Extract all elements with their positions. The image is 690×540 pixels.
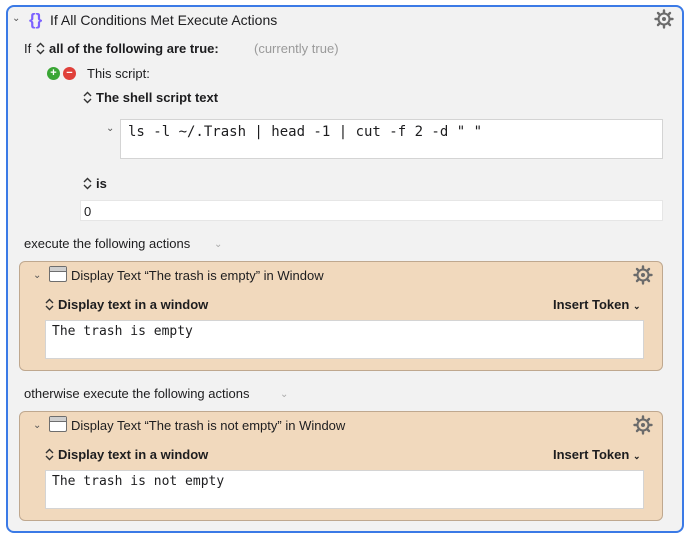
match-mode-label: all of the following are true: xyxy=(49,41,219,56)
chevron-down-icon: ⌄ xyxy=(632,301,641,311)
then-action-collapse-icon[interactable]: ⌄ xyxy=(33,270,41,281)
comparator-popup[interactable]: is xyxy=(83,176,107,191)
script-source-label: The shell script text xyxy=(96,90,219,105)
condition-type-label: This script: xyxy=(87,66,150,81)
then-display-mode-popup[interactable]: Display text in a window xyxy=(45,297,208,312)
then-display-mode-label: Display text in a window xyxy=(58,297,209,312)
script-expand-chevron-icon[interactable]: ⌄ xyxy=(106,123,114,134)
else-display-mode-popup[interactable]: Display text in a window xyxy=(45,447,208,462)
else-text-field[interactable]: The trash is not empty xyxy=(45,470,644,509)
else-insert-token-menu[interactable]: Insert Token ⌄ xyxy=(553,447,641,462)
if-label: If xyxy=(24,41,32,56)
script-source-popup[interactable]: The shell script text xyxy=(83,90,218,105)
comparison-value-field[interactable]: 0 xyxy=(80,200,663,221)
chevron-down-icon: ⌄ xyxy=(632,451,641,461)
then-insert-token-menu[interactable]: Insert Token ⌄ xyxy=(553,297,641,312)
window-icon xyxy=(49,266,67,282)
gear-icon[interactable] xyxy=(654,9,674,29)
updown-chevron-icon xyxy=(83,177,92,190)
add-condition-icon[interactable]: + xyxy=(47,67,60,80)
then-text-field[interactable]: The trash is empty xyxy=(45,320,644,359)
gear-icon[interactable] xyxy=(633,265,653,285)
svg-text:{}: {} xyxy=(29,10,43,29)
updown-chevron-icon xyxy=(36,42,45,55)
else-action-title: Display Text “The trash is not empty” in… xyxy=(71,418,346,433)
else-section-label: otherwise execute the following actions xyxy=(24,386,250,401)
then-chevron-icon[interactable]: ⌄ xyxy=(214,239,222,250)
else-display-mode-label: Display text in a window xyxy=(58,447,209,462)
group-title: If All Conditions Met Execute Actions xyxy=(50,12,278,28)
curly-braces-icon: {} xyxy=(29,10,43,29)
gear-icon[interactable] xyxy=(633,415,653,435)
comparator-label: is xyxy=(96,176,107,191)
updown-chevron-icon xyxy=(83,91,92,104)
window-icon xyxy=(49,416,67,432)
else-chevron-icon[interactable]: ⌄ xyxy=(280,389,288,400)
insert-token-label: Insert Token xyxy=(553,447,630,462)
condition-status: (currently true) xyxy=(254,41,339,56)
remove-condition-icon[interactable]: − xyxy=(63,67,76,80)
then-action-title: Display Text “The trash is empty” in Win… xyxy=(71,268,324,283)
else-action-collapse-icon[interactable]: ⌄ xyxy=(33,420,41,431)
collapse-chevron-icon[interactable]: ⌄ xyxy=(12,13,20,24)
match-mode-popup[interactable]: all of the following are true: xyxy=(36,41,219,56)
then-section-label: execute the following actions xyxy=(24,236,191,251)
shell-script-textarea[interactable]: ls -l ~/.Trash | head -1 | cut -f 2 -d "… xyxy=(120,119,663,159)
updown-chevron-icon xyxy=(45,448,54,461)
insert-token-label: Insert Token xyxy=(553,297,630,312)
updown-chevron-icon xyxy=(45,298,54,311)
